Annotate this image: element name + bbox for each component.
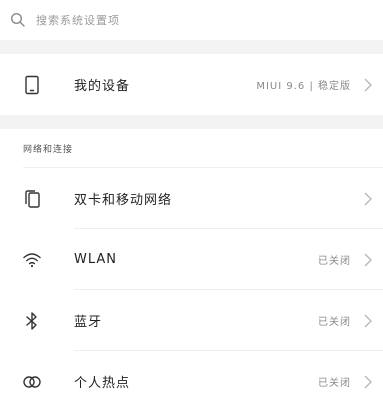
chevron-right-icon (362, 252, 374, 268)
section-separator (0, 115, 383, 129)
hotspot-label: 个人热点 (74, 376, 131, 391)
sim-mobile-network-label: 双卡和移动网络 (74, 193, 173, 208)
section-title-network: 网络和连接 (23, 144, 74, 155)
search-bar[interactable]: 搜索系统设置项 (0, 0, 383, 40)
phone-icon (22, 75, 42, 95)
hotspot-status: 已关闭 (318, 378, 351, 389)
chevron-right-icon (362, 313, 374, 329)
hotspot-icon (22, 372, 42, 392)
bluetooth-row[interactable]: 蓝牙 已关闭 (0, 290, 383, 351)
bluetooth-label: 蓝牙 (74, 315, 103, 330)
chevron-right-icon (362, 191, 374, 207)
hotspot-row[interactable]: 个人热点 已关闭 (0, 351, 383, 412)
sim-mobile-network-row[interactable]: 双卡和移动网络 (0, 168, 383, 229)
wlan-label: WLAN (74, 252, 118, 267)
miui-version-value: MIUI 9.6 | 稳定版 (256, 81, 351, 92)
bluetooth-status: 已关闭 (318, 317, 351, 328)
wlan-status: 已关闭 (318, 256, 351, 267)
search-placeholder: 搜索系统设置项 (36, 14, 120, 27)
wlan-row[interactable]: WLAN 已关闭 (0, 229, 383, 290)
my-device-row[interactable]: 我的设备 MIUI 9.6 | 稳定版 (0, 54, 383, 115)
chevron-right-icon (362, 77, 374, 93)
section-separator (0, 40, 383, 54)
sim-cards-icon (22, 189, 42, 209)
chevron-right-icon (362, 374, 374, 390)
search-icon (10, 12, 26, 28)
my-device-label: 我的设备 (74, 79, 131, 94)
wifi-icon (22, 250, 42, 270)
bluetooth-icon (22, 311, 42, 331)
